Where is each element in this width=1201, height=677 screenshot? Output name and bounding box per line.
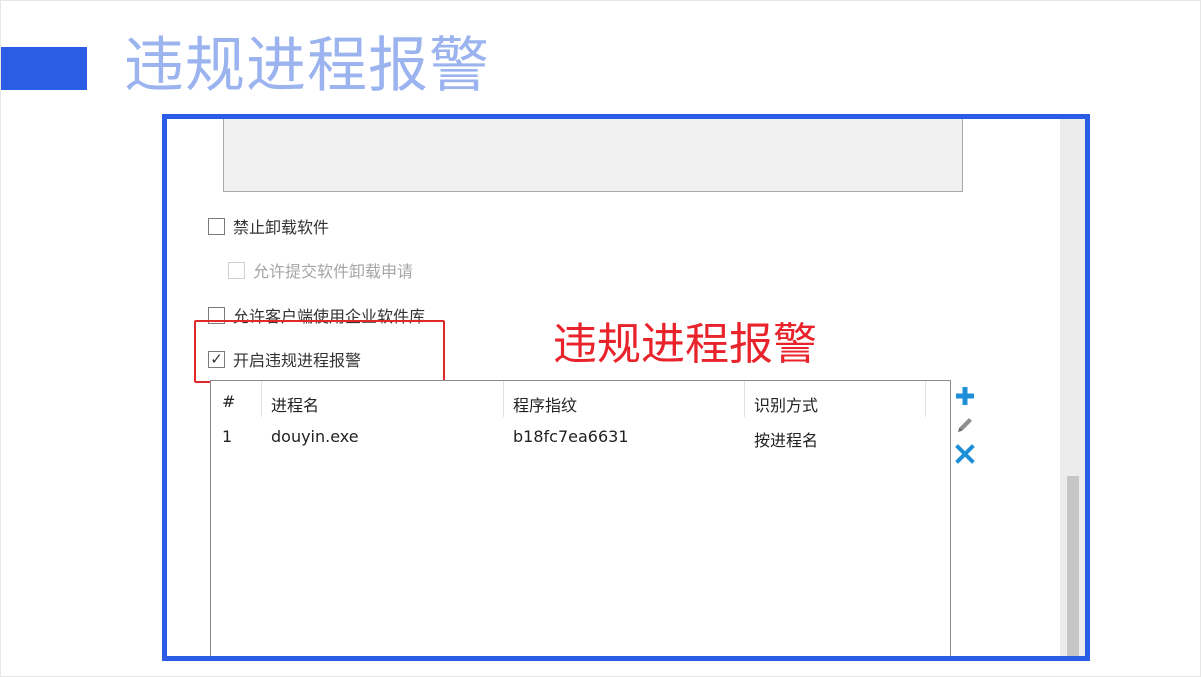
column-header-match-method[interactable]: 识别方式 xyxy=(754,392,818,416)
pencil-icon xyxy=(958,418,972,432)
option-allow-uninstall-request: 允许提交软件卸载申请 xyxy=(228,258,413,282)
column-header-fingerprint[interactable]: 程序指纹 xyxy=(513,392,577,416)
option-forbid-uninstall[interactable]: 禁止卸载软件 xyxy=(208,214,329,238)
row-1-match-method[interactable]: 按进程名 xyxy=(754,427,818,451)
process-table: # 进程名 程序指纹 识别方式 1 douyin.exe b18fc7ea663… xyxy=(210,380,951,656)
scrollbar-thumb[interactable] xyxy=(1067,476,1079,656)
plus-icon xyxy=(956,387,974,405)
edit-button[interactable] xyxy=(951,412,979,438)
column-divider[interactable] xyxy=(925,381,926,417)
delete-button[interactable] xyxy=(951,441,979,467)
column-divider[interactable] xyxy=(503,381,504,417)
highlight-box xyxy=(194,320,445,383)
description-textarea[interactable] xyxy=(223,119,963,192)
close-icon xyxy=(955,444,975,464)
column-header-process-name[interactable]: 进程名 xyxy=(271,392,319,416)
forbid-uninstall-checkbox[interactable] xyxy=(208,217,225,235)
annotation-label: 违规进程报警 xyxy=(553,319,817,370)
column-divider[interactable] xyxy=(744,381,745,417)
add-button[interactable] xyxy=(951,383,979,409)
column-header-index[interactable]: # xyxy=(222,392,235,411)
row-1-fingerprint[interactable]: b18fc7ea6631 xyxy=(513,427,629,446)
row-1-process-name[interactable]: douyin.exe xyxy=(271,427,359,446)
column-divider[interactable] xyxy=(261,381,262,417)
screenshot-frame: 禁止卸载软件 允许提交软件卸载申请 允许客户端使用企业软件库 ✓ 开启违规进程报… xyxy=(162,114,1090,661)
row-1-index[interactable]: 1 xyxy=(222,427,232,446)
allow-uninstall-request-checkbox xyxy=(228,261,245,279)
allow-uninstall-request-label: 允许提交软件卸载申请 xyxy=(253,262,414,281)
forbid-uninstall-label: 禁止卸载软件 xyxy=(233,218,330,237)
settings-panel: 禁止卸载软件 允许提交软件卸载申请 允许客户端使用企业软件库 ✓ 开启违规进程报… xyxy=(167,119,1085,656)
title-accent-bar xyxy=(1,47,87,90)
slide-title: 违规进程报警 xyxy=(124,31,490,101)
